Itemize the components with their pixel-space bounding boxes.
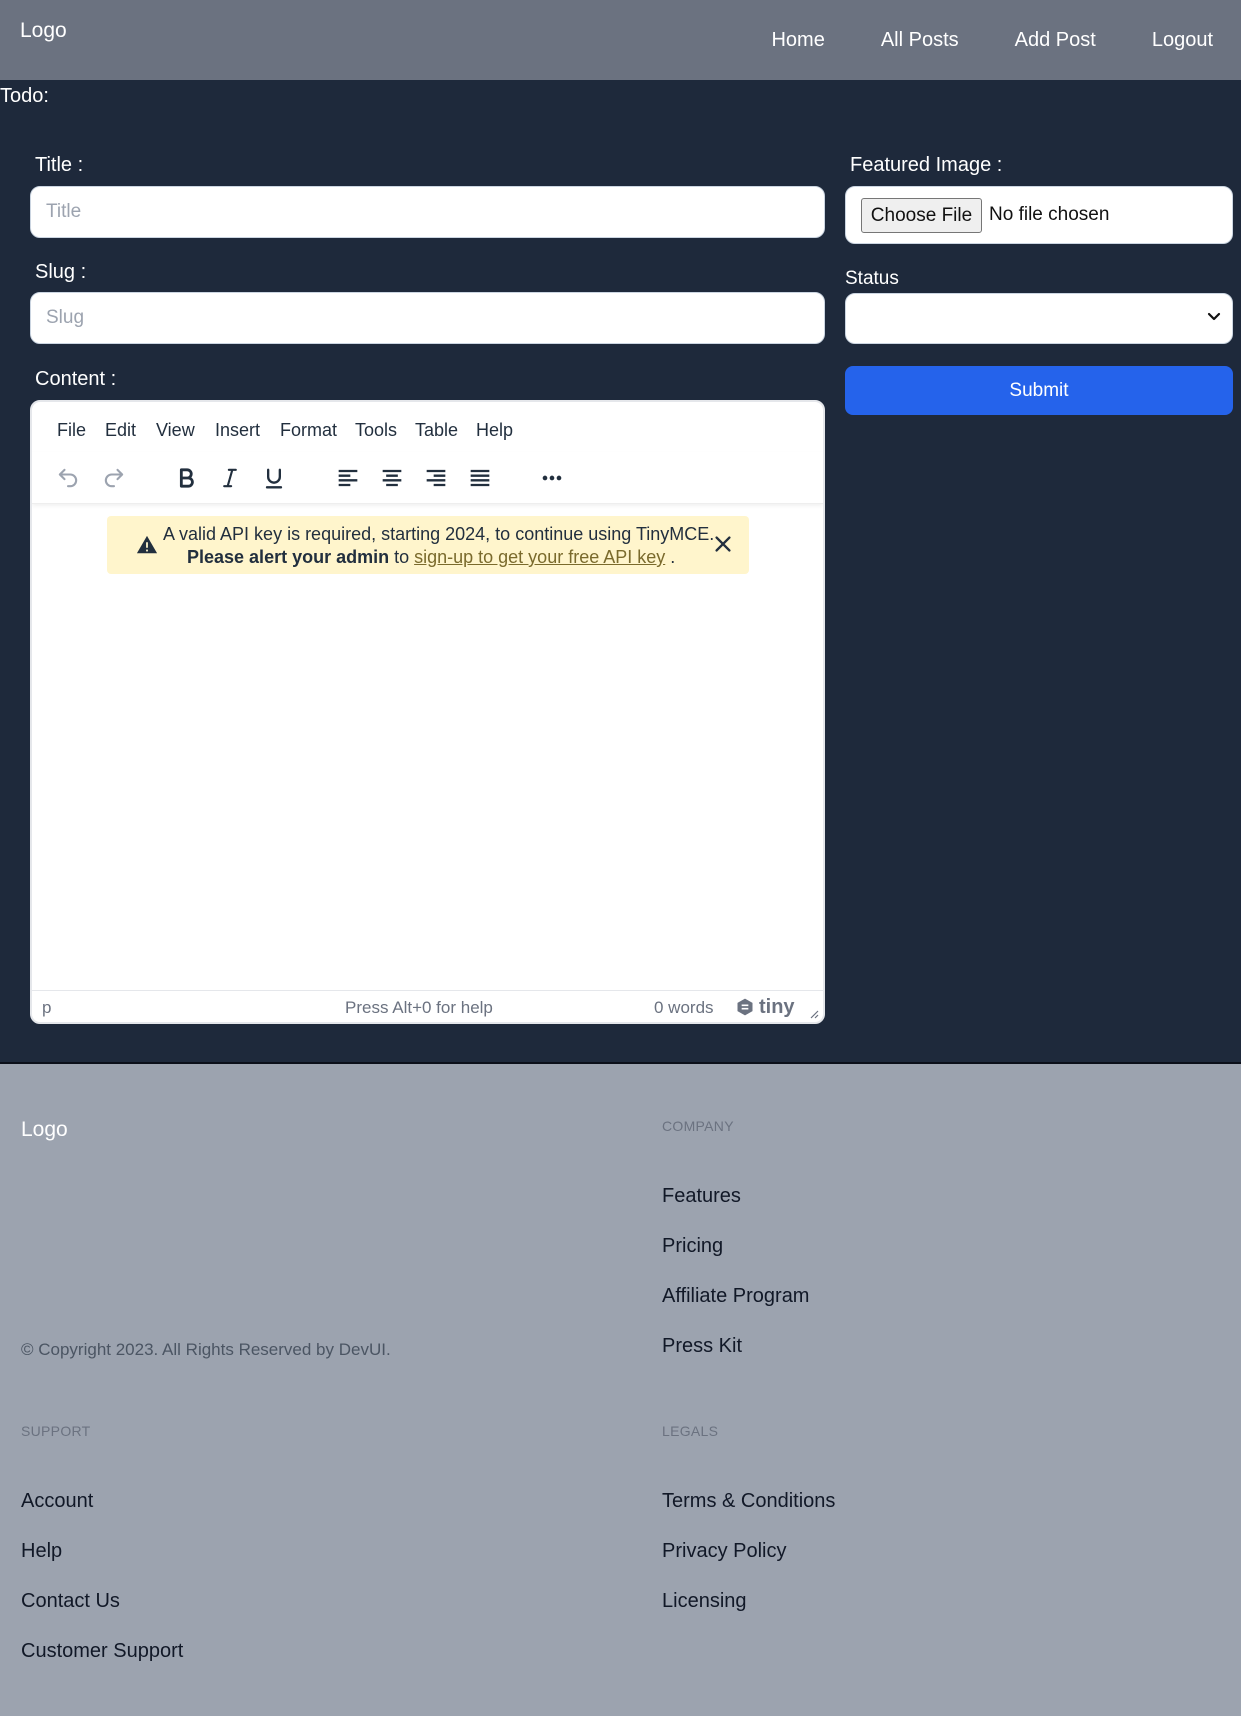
top-navbar: Logo Home All Posts Add Post Logout — [0, 0, 1241, 80]
legals-heading: LEGALS — [662, 1423, 719, 1439]
nav-add-post[interactable]: Add Post — [987, 0, 1124, 80]
resize-handle-icon[interactable] — [807, 1006, 819, 1019]
menu-edit[interactable]: Edit — [105, 420, 136, 441]
align-left-icon[interactable] — [334, 464, 362, 492]
more-icon[interactable] — [538, 464, 566, 492]
editor-toolbar — [32, 452, 823, 504]
footer-link-pricing[interactable]: Pricing — [662, 1235, 723, 1258]
main-nav: Home All Posts Add Post Logout — [743, 0, 1241, 80]
footer-link-terms[interactable]: Terms & Conditions — [662, 1490, 835, 1513]
menu-view[interactable]: View — [156, 420, 195, 441]
file-status-text: No file chosen — [989, 204, 1110, 225]
choose-file-button[interactable]: Choose File — [861, 198, 982, 233]
api-key-signup-link[interactable]: sign-up to get your free API key — [414, 547, 665, 567]
footer-link-licensing[interactable]: Licensing — [662, 1590, 747, 1613]
slug-label: Slug : — [35, 261, 87, 283]
tiny-brand[interactable]: tiny — [735, 995, 795, 1019]
notice-line-2: Please alert your admin to sign-up to ge… — [187, 547, 675, 568]
menu-table[interactable]: Table — [415, 420, 458, 441]
element-path[interactable]: p — [42, 998, 51, 1018]
align-justify-icon[interactable] — [466, 464, 494, 492]
redo-icon[interactable] — [100, 464, 128, 492]
notice-line-1: A valid API key is required, starting 20… — [163, 524, 715, 544]
copyright-text: © Copyright 2023. All Rights Reserved by… — [21, 1340, 391, 1359]
notice-end-text: . — [665, 547, 676, 567]
title-placeholder: Title — [46, 201, 82, 222]
italic-icon[interactable] — [216, 464, 244, 492]
content-label: Content : — [35, 368, 117, 390]
todo-label: Todo: — [0, 85, 49, 107]
notice-to-text: to — [389, 547, 415, 567]
title-label: Title : — [35, 154, 84, 176]
footer: Logo © Copyright 2023. All Rights Reserv… — [0, 1064, 1241, 1716]
footer-link-customer-support[interactable]: Customer Support — [21, 1640, 183, 1663]
nav-logout[interactable]: Logout — [1124, 0, 1241, 80]
footer-link-features[interactable]: Features — [662, 1185, 741, 1208]
post-form-section: Todo: Title : Title Slug : Slug Content … — [0, 80, 1241, 1064]
menu-tools[interactable]: Tools — [355, 420, 397, 441]
menu-help[interactable]: Help — [476, 420, 513, 441]
menu-format[interactable]: Format — [280, 420, 337, 441]
header-logo[interactable]: Logo — [20, 19, 67, 43]
footer-link-affiliate[interactable]: Affiliate Program — [662, 1285, 809, 1308]
slug-input[interactable]: Slug — [30, 292, 825, 344]
underline-icon[interactable] — [260, 464, 288, 492]
close-icon[interactable] — [712, 533, 734, 555]
notice-bold-text: Please alert your admin — [187, 547, 390, 567]
footer-link-help[interactable]: Help — [21, 1540, 62, 1563]
editor-statusbar: p Press Alt+0 for help 0 words tiny — [32, 990, 823, 1022]
help-hint: Press Alt+0 for help — [345, 998, 493, 1017]
company-heading: COMPANY — [662, 1118, 734, 1134]
menu-file[interactable]: File — [57, 420, 86, 441]
api-key-notice: A valid API key is required, starting 20… — [107, 516, 749, 574]
status-select[interactable] — [845, 293, 1233, 344]
featured-image-label: Featured Image : — [850, 154, 1003, 176]
warning-icon — [136, 534, 158, 556]
nav-home[interactable]: Home — [743, 0, 852, 80]
bold-icon[interactable] — [172, 464, 200, 492]
editor-menubar: File Edit View Insert Format Tools Table… — [32, 402, 823, 452]
status-label: Status — [845, 268, 899, 289]
footer-link-press-kit[interactable]: Press Kit — [662, 1335, 742, 1358]
submit-button[interactable]: Submit — [845, 366, 1233, 415]
footer-link-account[interactable]: Account — [21, 1490, 93, 1513]
undo-icon[interactable] — [54, 464, 82, 492]
tiny-logo-icon — [737, 998, 753, 1016]
title-input[interactable]: Title — [30, 186, 825, 238]
footer-link-contact[interactable]: Contact Us — [21, 1590, 120, 1613]
chevron-down-icon — [1206, 308, 1222, 324]
nav-all-posts[interactable]: All Posts — [853, 0, 987, 80]
align-right-icon[interactable] — [422, 464, 450, 492]
featured-image-input[interactable]: Choose File No file chosen — [845, 186, 1233, 244]
align-center-icon[interactable] — [378, 464, 406, 492]
menu-insert[interactable]: Insert — [215, 420, 260, 441]
support-heading: SUPPORT — [21, 1423, 91, 1439]
footer-link-privacy[interactable]: Privacy Policy — [662, 1540, 786, 1563]
slug-placeholder: Slug — [46, 307, 85, 328]
tiny-brand-label: tiny — [759, 995, 795, 1018]
footer-logo[interactable]: Logo — [21, 1118, 68, 1142]
word-count[interactable]: 0 words — [654, 998, 714, 1018]
rich-text-editor[interactable]: File Edit View Insert Format Tools Table… — [30, 400, 825, 1024]
